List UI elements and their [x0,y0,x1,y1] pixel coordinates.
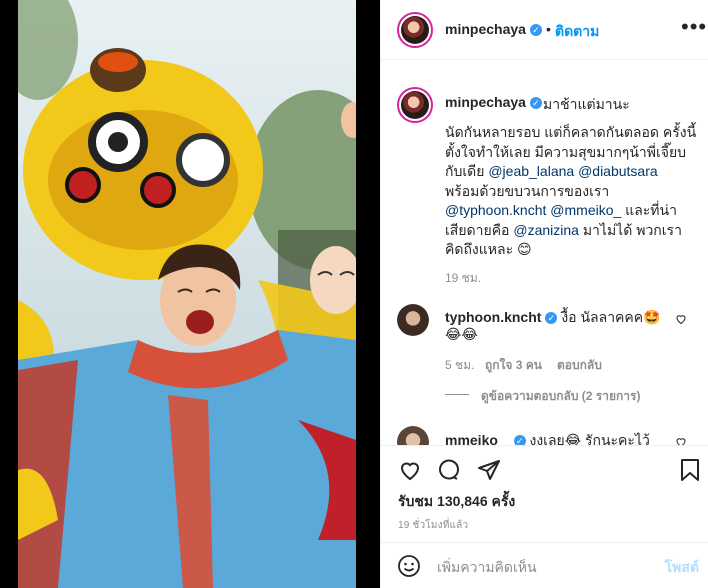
comment-like-heart-icon[interactable] [675,436,687,445]
caption-line: เสียดายคือ @zanizina มาไม่ได้ พวกเรา [445,221,682,238]
comment-text-line: mmeiko_ ✓ งงเลย😂 รักนะคะไว้ [445,430,650,445]
author-avatar[interactable] [397,12,433,48]
caption-line: ตั้งใจทำให้เลย มีความสุขมากๆน้าพี่เจี๊ยบ [445,143,687,160]
comment-emoji-line: 😂😂 [445,326,478,342]
caption-username[interactable]: minpechaya ✓ [445,94,542,110]
mention-link[interactable]: @typhoon.kncht [445,202,546,218]
follow-button[interactable]: ติดตาม [555,21,599,43]
post-header: minpechaya ✓ • ติดตาม ••• [381,0,708,60]
caption-body: นัดกันหลายรอบ แต่ก็คลาดกันตลอด ครั้งนี้ … [445,123,697,260]
mention-link[interactable]: @mmeiko_ [550,202,621,218]
post-comment-button[interactable]: โพสต์ [665,557,699,579]
caption-author-avatar[interactable] [397,87,433,123]
verified-badge-icon: ✓ [529,24,542,37]
add-comment-bar: เพิ่มความคิดเห็น โพสต์ [381,542,708,588]
commenter-avatar[interactable] [397,304,429,336]
comments-scroll-area[interactable]: minpechaya ✓ มาช้าแต่มานะ นัดกันหลายรอบ แ… [381,61,708,445]
share-icon[interactable] [477,458,501,482]
view-count[interactable]: รับชม 130,846 ครั้ง [398,491,515,513]
caption-line: กับเดีย @jeab_lalana @diabutsara [445,163,658,179]
author-username[interactable]: minpechaya ✓ [445,21,542,37]
media-right-gutter [356,0,380,588]
post-side-panel: minpechaya ✓ • ติดตาม ••• minpechaya ✓ มาช… [380,0,708,588]
more-options-icon[interactable]: ••• [681,14,707,40]
reply-button[interactable]: ตอบกลับ [557,356,602,375]
caption-line: นัดกันหลายรอบ แต่ก็คลาดกันตลอด ครั้งนี้ [445,124,697,140]
comment-icon[interactable] [437,458,461,482]
post-media-video[interactable] [18,0,356,588]
comment-like-heart-icon[interactable] [675,313,687,325]
bookmark-icon[interactable] [679,458,701,482]
mention-link[interactable]: @diabutsara [578,163,658,179]
video-frame-illustration [18,0,356,588]
commenter-avatar[interactable] [397,426,429,445]
mention-link[interactable]: @zanizina [513,222,579,238]
caption-line: พร้อมด้วยขบวนการของเรา [445,182,610,199]
comment-timestamp[interactable]: 5 ชม. [445,356,474,375]
mention-link[interactable]: @jeab_lalana [488,163,574,179]
caption-timestamp[interactable]: 19 ชม. [445,269,481,288]
post-actions: รับชม 130,846 ครั้ง 19 ชั่วโมงที่แล้ว เพ… [381,445,708,587]
post-time[interactable]: 19 ชั่วโมงที่แล้ว [398,518,468,533]
verified-badge-icon: ✓ [529,97,542,110]
commenter-username[interactable]: mmeiko_ [445,432,506,445]
separator-dot: • [546,21,551,37]
verified-badge-icon: ✓ [513,435,526,445]
verified-badge-icon: ✓ [545,312,558,325]
replies-separator [445,394,469,395]
left-gutter [0,0,18,588]
heart-icon[interactable] [397,458,423,482]
view-replies-button[interactable]: ดูข้อความตอบกลับ (2 รายการ) [481,387,640,406]
emoji-icon[interactable] [397,554,421,578]
caption-line: คิดถึงแหละ 😊 [445,241,532,257]
caption-first-line: มาช้าแต่มานะ [543,96,630,112]
commenter-username[interactable]: typhoon.kncht [445,309,541,325]
add-comment-input[interactable]: เพิ่มความคิดเห็น [437,557,537,579]
caption-line: @typhoon.kncht @mmeiko_ และที่น่า [445,202,677,218]
comment-likes-count[interactable]: ถูกใจ 3 คน [485,356,542,375]
